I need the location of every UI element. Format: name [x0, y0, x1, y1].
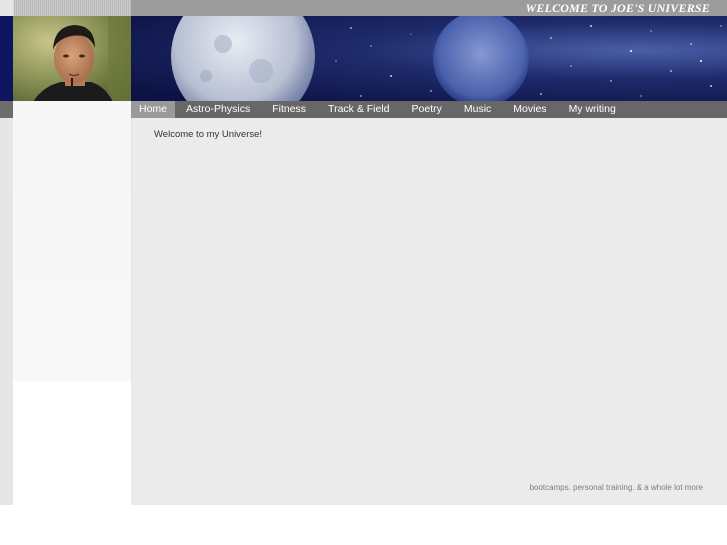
- nav-bar-left-edge: [0, 101, 13, 118]
- nav-my-writing[interactable]: My writing: [558, 101, 627, 118]
- footer-tagline: bootcamps. personal training. & a whole …: [529, 483, 703, 492]
- profile-photo: [13, 16, 131, 102]
- nav-track-and-field[interactable]: Track & Field: [317, 101, 400, 118]
- top-bar-left-texture: [13, 0, 131, 16]
- nav-home[interactable]: Home: [131, 101, 176, 118]
- nav-music[interactable]: Music: [453, 101, 502, 118]
- nav-bar-left-panel: [13, 101, 131, 118]
- left-rail-accent: [0, 16, 13, 102]
- welcome-text: Welcome to my Universe!: [154, 129, 263, 140]
- nav-poetry[interactable]: Poetry: [401, 101, 453, 118]
- main-nav: Home Astro-Physics Fitness Track & Field…: [131, 101, 627, 118]
- nav-astro-physics[interactable]: Astro-Physics: [175, 101, 261, 118]
- site-title: WELCOME TO JOE'S UNIVERSE: [525, 1, 710, 15]
- nav-movies[interactable]: Movies: [502, 101, 557, 118]
- sidebar-lower: [13, 381, 132, 505]
- main-content: Welcome to my Universe! bootcamps. perso…: [132, 118, 727, 505]
- space-banner: [131, 16, 727, 103]
- nav-fitness[interactable]: Fitness: [261, 101, 317, 118]
